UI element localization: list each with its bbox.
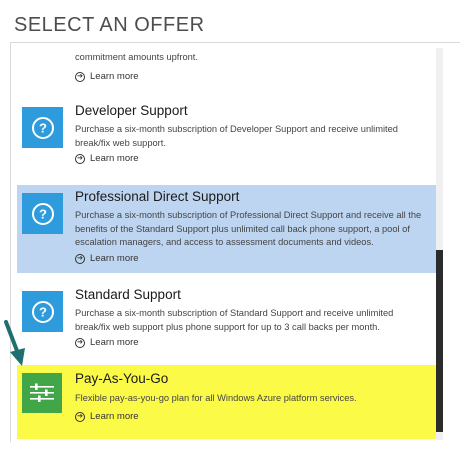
svg-text:?: ? [39, 120, 47, 135]
offer-title: Developer Support [75, 103, 188, 118]
offer-item-partial[interactable]: commitment amounts upfront. ➔ Learn more [17, 43, 440, 91]
offer-title: Pay-As-You-Go [75, 371, 169, 386]
learn-more-link[interactable]: ➔ Learn more [75, 253, 139, 264]
question-icon: ? [22, 107, 63, 148]
offer-title: Professional Direct Support [75, 189, 240, 204]
learn-more-label: Learn more [90, 253, 139, 264]
offer-description: Purchase a six-month subscription of Pro… [75, 210, 422, 247]
learn-more-label: Learn more [90, 411, 139, 422]
offer-item-professional-direct-support[interactable]: ? Professional Direct Support Purchase a… [17, 185, 440, 273]
offer-description: Purchase a six-month subscription of Dev… [75, 124, 398, 148]
arrow-right-circle-icon: ➔ [75, 253, 85, 264]
page-title: SELECT AN OFFER [14, 14, 205, 36]
pointer-arrow-icon [4, 320, 25, 366]
arrow-right-circle-icon: ➔ [75, 71, 85, 82]
arrow-right-circle-icon: ➔ [75, 337, 85, 348]
offer-description: commitment amounts upfront. [75, 52, 198, 62]
learn-more-label: Learn more [90, 71, 139, 82]
learn-more-label: Learn more [90, 337, 139, 348]
learn-more-link[interactable]: ➔ Learn more [75, 411, 139, 422]
offer-title: Standard Support [75, 287, 181, 302]
learn-more-link[interactable]: ➔ Learn more [75, 71, 139, 82]
question-icon: ? [22, 193, 63, 234]
learn-more-link[interactable]: ➔ Learn more [75, 337, 139, 348]
svg-text:?: ? [39, 304, 47, 319]
offer-item-pay-as-you-go[interactable]: Pay-As-You-Go Flexible pay-as-you-go pla… [17, 365, 440, 439]
learn-more-label: Learn more [90, 153, 139, 164]
sliders-icon [22, 373, 62, 413]
offer-item-standard-support[interactable]: ? Standard Support Purchase a six-month … [17, 283, 440, 355]
offer-item-developer-support[interactable]: ? Developer Support Purchase a six-month… [17, 99, 440, 172]
offer-list: commitment amounts upfront. ➔ Learn more… [10, 43, 448, 442]
scrollbar-thumb[interactable] [436, 250, 443, 432]
learn-more-link[interactable]: ➔ Learn more [75, 153, 139, 164]
vertical-scrollbar[interactable] [436, 48, 443, 440]
arrow-right-circle-icon: ➔ [75, 411, 85, 422]
svg-text:?: ? [39, 206, 47, 221]
arrow-right-circle-icon: ➔ [75, 153, 85, 164]
offer-description: Flexible pay-as-you-go plan for all Wind… [75, 393, 357, 403]
offer-description: Purchase a six-month subscription of Sta… [75, 308, 394, 332]
